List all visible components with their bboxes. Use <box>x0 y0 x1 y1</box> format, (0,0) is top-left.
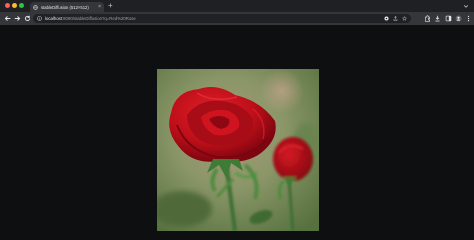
info-icon[interactable] <box>37 16 42 21</box>
browser-tab[interactable]: stableDiffusion (512×512) × <box>30 2 104 12</box>
url-host: localhost <box>45 16 62 21</box>
tab-strip: stableDiffusion (512×512) × + <box>0 0 474 12</box>
tab-search-icon[interactable] <box>463 3 469 9</box>
google-lens-icon[interactable] <box>384 16 389 21</box>
bookmark-star-icon[interactable] <box>402 16 407 21</box>
page-icon <box>33 4 38 10</box>
side-panel-icon[interactable] <box>445 15 452 22</box>
url-text: localhost:8080/stableDiffusion?q=Red%20R… <box>45 16 136 21</box>
back-arrow-icon[interactable] <box>4 15 11 22</box>
forward-arrow-icon[interactable] <box>14 15 21 22</box>
tab-title: stableDiffusion (512×512) <box>41 4 89 10</box>
window-zoom-button[interactable] <box>19 3 24 8</box>
profile-icon[interactable] <box>455 15 462 22</box>
close-icon[interactable]: × <box>98 4 101 10</box>
reload-icon[interactable] <box>24 15 31 22</box>
address-bar-actions <box>384 16 407 21</box>
new-tab-button[interactable]: + <box>108 1 113 11</box>
page-content <box>0 25 474 240</box>
window-minimize-button[interactable] <box>12 3 17 8</box>
address-bar[interactable]: localhost:8080/stableDiffusion?q=Red%20R… <box>33 14 411 23</box>
download-icon[interactable] <box>434 15 441 22</box>
more-menu-icon[interactable] <box>465 15 472 22</box>
browser-toolbar: localhost:8080/stableDiffusion?q=Red%20R… <box>0 12 474 25</box>
url-path: :8080/stableDiffusion?q=Red%20Rose <box>61 16 136 21</box>
share-icon[interactable] <box>393 16 398 21</box>
window-close-button[interactable] <box>5 3 10 8</box>
extensions-icon[interactable] <box>424 15 431 22</box>
generated-rose-image <box>157 69 319 231</box>
